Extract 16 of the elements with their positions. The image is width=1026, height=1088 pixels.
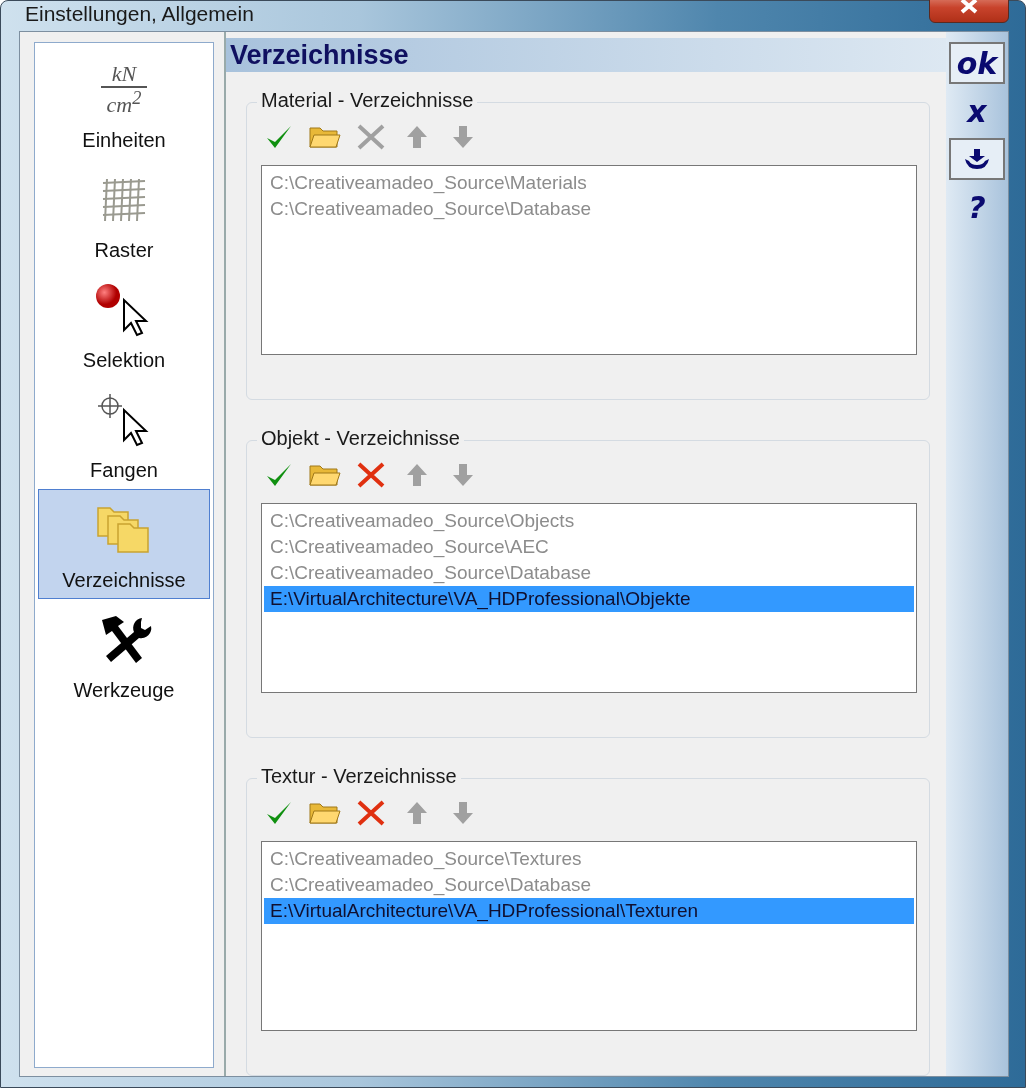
action-button[interactable]: x: [949, 90, 1005, 132]
window-title: Einstellungen, Allgemein: [24, 2, 254, 26]
section-header: Verzeichnisse: [226, 38, 946, 72]
sidebar-item[interactable]: Raster: [38, 159, 210, 269]
action-button[interactable]: ok: [949, 42, 1005, 84]
list-item[interactable]: E:\VirtualArchitecture\VA_HDProfessional\Objekte: [264, 586, 914, 612]
unit-denominator: cm$^{2}$: [100, 86, 148, 118]
sidebar-item[interactable]: kN cm$^{2}$ Einheiten: [38, 49, 210, 159]
group-title: Objekt - Verzeichnisse: [257, 427, 464, 450]
sidebar-item[interactable]: Verzeichnisse: [38, 489, 210, 599]
sidebar-item[interactable]: Werkzeuge: [38, 599, 210, 709]
action-button[interactable]: ?: [949, 186, 1005, 228]
unit-numerator: kN: [110, 62, 138, 87]
list-item[interactable]: E:\VirtualArchitecture\VA_HDProfessional\Texturen: [264, 898, 914, 924]
sidebar-item[interactable]: Fangen: [38, 379, 210, 489]
sidebar-item[interactable]: Selektion: [38, 269, 210, 379]
